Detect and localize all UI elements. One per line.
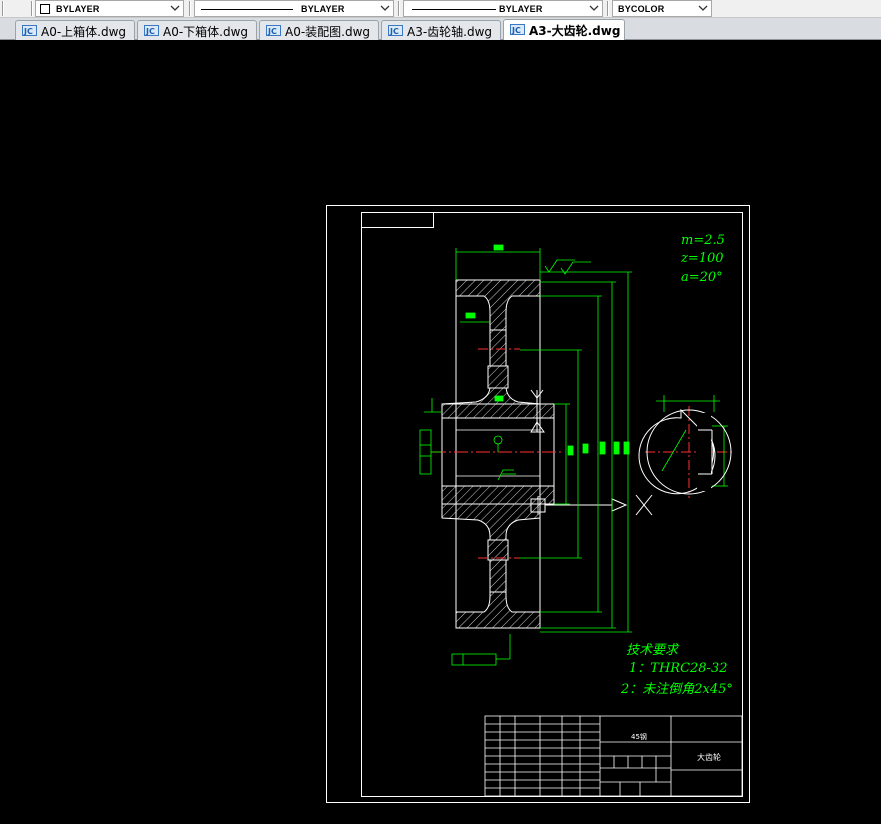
gear-section-view — [441, 279, 555, 629]
dwg-file-icon: JC — [266, 25, 281, 36]
section-arrow — [545, 494, 653, 516]
dwg-file-icon: JC — [510, 24, 525, 35]
tab-a0-assembly[interactable]: JC A0-装配图.dwg — [259, 20, 379, 40]
toolbar-grip[interactable] — [607, 1, 609, 16]
plotstyle-dropdown-value: BYCOLOR — [618, 4, 665, 14]
gear-param-pressure-angle: a=20° — [681, 270, 723, 285]
title-block-part-name: 大齿轮 — [697, 752, 721, 762]
title-block-material: 45钢 — [631, 732, 647, 741]
plotstyle-dropdown[interactable]: BYCOLOR — [612, 0, 712, 17]
svg-text:JC: JC — [23, 27, 33, 36]
gear-param-teeth: z=100 — [680, 251, 724, 266]
dwg-file-icon: JC — [22, 25, 37, 36]
toolbar-grip[interactable] — [2, 1, 4, 16]
linetype-dropdown-value: BYLAYER — [301, 4, 345, 14]
linetype-dropdown[interactable]: BYLAYER — [194, 0, 394, 17]
svg-text:JC: JC — [511, 26, 521, 35]
properties-toolbar: BYLAYER BYLAYER BYLAYER BYCOLOR — [0, 0, 881, 18]
toolbar-grip[interactable] — [398, 1, 400, 16]
toolbar-grip[interactable] — [189, 1, 191, 16]
color-dropdown[interactable]: BYLAYER — [35, 0, 184, 17]
color-swatch-icon — [40, 4, 50, 14]
chevron-down-icon — [698, 5, 708, 11]
tab-a0-lower-case[interactable]: JC A0-下箱体.dwg — [137, 20, 257, 40]
tech-req-item-2: 2：未注倒角2x45° — [620, 682, 733, 697]
dwg-file-icon: JC — [144, 25, 159, 36]
linetype-preview — [201, 9, 293, 10]
tab-a3-gear-shaft[interactable]: JC A3-齿轮轴.dwg — [381, 20, 501, 40]
tab-a3-large-gear[interactable]: JC A3-大齿轮.dwg — [503, 19, 625, 40]
tech-req-title: 技术要求 — [626, 643, 680, 658]
drawing-canvas[interactable]: m=2.5 z=100 a=20° 技术要求 1：THRC28-32 2：未注倒… — [0, 41, 881, 824]
toolbar-grip[interactable] — [31, 1, 33, 16]
lineweight-dropdown[interactable]: BYLAYER — [403, 0, 603, 17]
lineweight-dropdown-value: BYLAYER — [499, 4, 543, 14]
dwg-file-icon: JC — [388, 25, 403, 36]
chevron-down-icon — [589, 5, 599, 11]
color-dropdown-value: BYLAYER — [56, 4, 100, 14]
tech-req-item-1: 1：THRC28-32 — [629, 661, 728, 676]
gear-param-module: m=2.5 — [681, 233, 725, 248]
tab-a0-upper-case[interactable]: JC A0-上箱体.dwg — [15, 20, 135, 40]
svg-text:JC: JC — [389, 27, 399, 36]
lineweight-preview — [412, 9, 496, 10]
chevron-down-icon — [170, 5, 180, 11]
svg-text:JC: JC — [145, 27, 155, 36]
svg-text:JC: JC — [267, 27, 277, 36]
document-tabs: JC A0-上箱体.dwg JC A0-下箱体.dwg JC A0-装配图.dw… — [0, 18, 881, 40]
gear-drawing: m=2.5 z=100 a=20° 技术要求 1：THRC28-32 2：未注倒… — [326, 205, 750, 803]
drawing-number-box — [361, 212, 434, 228]
chevron-down-icon — [380, 5, 390, 11]
